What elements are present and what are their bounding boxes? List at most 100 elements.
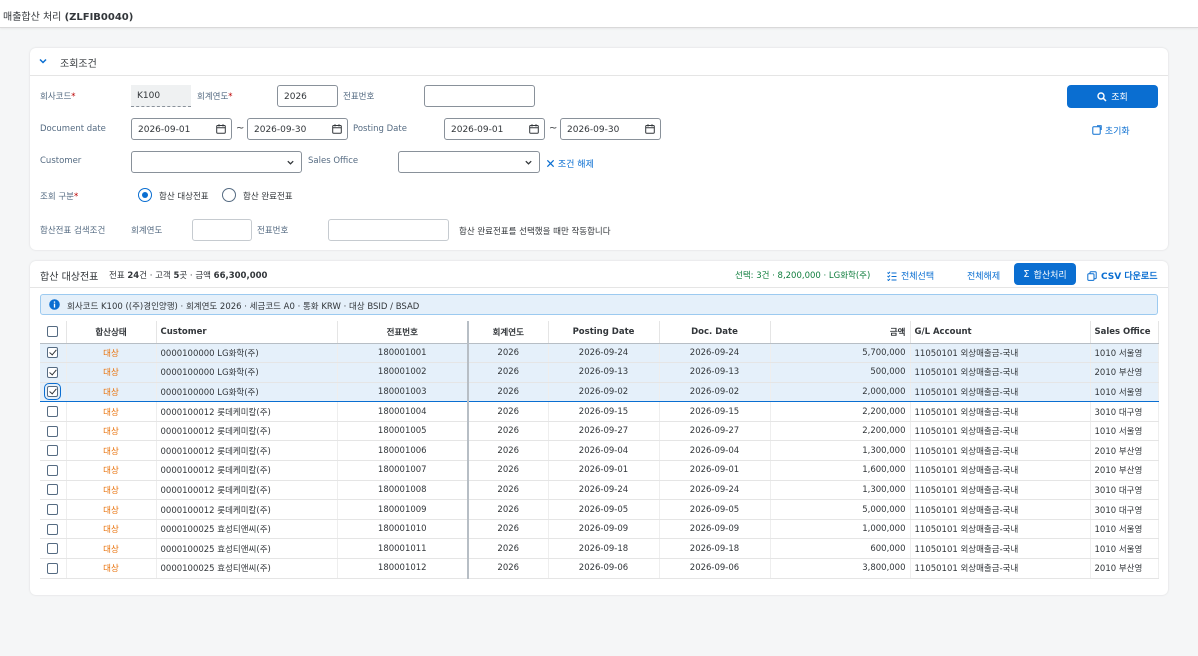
doc-date-to-input[interactable]: 2026-09-30: [247, 118, 348, 140]
posting-date-from-input[interactable]: 2026-09-01: [444, 118, 545, 140]
col-header-sales-office[interactable]: Sales Office: [1090, 321, 1159, 344]
row-checkbox[interactable]: [47, 445, 59, 457]
row-checkbox[interactable]: [47, 347, 59, 359]
calendar-icon[interactable]: [332, 124, 342, 134]
doc-no-cell: 180001001: [337, 343, 469, 364]
col-header-doc-date[interactable]: Doc. Date: [659, 321, 771, 344]
row-checkbox-cell[interactable]: [40, 362, 67, 383]
col-header-gl-account[interactable]: G/L Account: [910, 321, 1091, 344]
sum-year-input[interactable]: [192, 219, 252, 241]
radio-sum-target[interactable]: [138, 188, 152, 202]
posting-date-range-separator: ~: [549, 123, 558, 134]
table-row[interactable]: 대상 0000100025 효성티앤씨(주) 180001012 2026 2026-0…: [40, 558, 1159, 579]
row-checkbox-cell[interactable]: [40, 519, 67, 540]
row-checkbox[interactable]: [47, 523, 59, 535]
row-checkbox[interactable]: [47, 562, 59, 574]
table-row[interactable]: 대상 0000100012 롯데케미칼(주) 180001008 2026 2026-0…: [40, 480, 1159, 501]
row-checkbox-cell[interactable]: [40, 421, 67, 442]
clear-conditions-button[interactable]: 조건 해제: [546, 157, 594, 170]
select-all-button[interactable]: 전체선택: [887, 269, 934, 282]
row-checkbox[interactable]: [47, 464, 59, 476]
shell-bar: 매출합산 처리 (ZLFIB0040): [0, 0, 1198, 28]
fiscal-year-cell: 2026: [468, 440, 549, 462]
calendar-icon[interactable]: [529, 124, 539, 134]
radio-sum-target-label[interactable]: 합산 대상전표: [159, 190, 209, 202]
sum-doc-input[interactable]: [328, 219, 449, 241]
table-row[interactable]: 대상 0000100012 롯데케미칼(주) 180001009 2026 2026-0…: [40, 499, 1159, 520]
table-row[interactable]: 대상 0000100025 효성티앤씨(주) 180001011 2026 2026-0…: [40, 538, 1159, 560]
doc-no-cell: 180001002: [337, 362, 469, 383]
process-sum-button[interactable]: Σ 합산처리: [1014, 263, 1076, 285]
doc-no-cell: 180001008: [337, 480, 469, 501]
deselect-all-button[interactable]: 전체해제: [967, 269, 1000, 282]
doc-no-input[interactable]: [424, 85, 535, 107]
doc-no-cell: 180001007: [337, 460, 469, 481]
doc-no-cell: 180001011: [337, 538, 469, 560]
csv-download-button[interactable]: CSV 다운로드: [1087, 269, 1157, 282]
fiscal-year-cell: 2026: [468, 343, 549, 364]
search-button[interactable]: 조회: [1067, 85, 1158, 108]
company-code-label: 회사코드*: [40, 92, 76, 102]
table-row[interactable]: 대상 0000100012 롯데케미칼(주) 180001006 2026 2026-0…: [40, 440, 1159, 462]
customer-select[interactable]: [131, 151, 302, 173]
calendar-icon[interactable]: [645, 124, 655, 134]
calendar-icon[interactable]: [216, 124, 226, 134]
row-checkbox-cell[interactable]: [40, 381, 67, 403]
row-checkbox-cell[interactable]: [40, 499, 67, 520]
reset-button[interactable]: 초기화: [1092, 124, 1130, 137]
filter-collapse-button[interactable]: [38, 56, 48, 66]
table-row[interactable]: 대상 0000100012 롯데케미칼(주) 180001004 2026 2026-0…: [40, 401, 1159, 422]
table-row[interactable]: 대상 0000100000 LG화학(주) 180001002 2026 2026-09…: [40, 362, 1159, 383]
radio-sum-complete-label[interactable]: 합산 완료전표: [243, 190, 293, 202]
row-checkbox[interactable]: [47, 425, 59, 437]
row-checkbox-cell[interactable]: [40, 538, 67, 560]
header-checkbox[interactable]: [47, 326, 59, 338]
select-all-checkbox-cell[interactable]: [40, 321, 67, 344]
row-checkbox-cell[interactable]: [40, 343, 67, 364]
row-checkbox-cell[interactable]: [40, 460, 67, 481]
row-checkbox[interactable]: [47, 366, 59, 378]
col-header-status[interactable]: 합산상태: [66, 321, 157, 344]
row-checkbox-cell[interactable]: [40, 480, 67, 501]
status-cell: 대상: [66, 480, 157, 501]
filter-header: 조회조건: [60, 59, 97, 70]
amount-cell: 1,300,000: [770, 480, 911, 501]
col-header-customer[interactable]: Customer: [156, 321, 338, 344]
col-header-fiscal-year[interactable]: 회계연도: [468, 321, 549, 344]
table-row[interactable]: 대상 0000100012 롯데케미칼(주) 180001005 2026 2026-0…: [40, 421, 1159, 442]
row-checkbox[interactable]: [47, 484, 59, 496]
amount-cell: 500,000: [770, 362, 911, 383]
sales-office-cell: 2010 부산영: [1090, 460, 1159, 481]
row-checkbox[interactable]: [47, 406, 59, 418]
row-checkbox-cell[interactable]: [40, 440, 67, 462]
gl-account-cell: 11050101 외상매출금-국내: [910, 440, 1091, 462]
row-checkbox[interactable]: [47, 543, 59, 555]
sales-office-select[interactable]: [398, 151, 540, 173]
close-icon: [546, 159, 555, 168]
table-row[interactable]: 대상 0000100012 롯데케미칼(주) 180001007 2026 2026-0…: [40, 460, 1159, 481]
col-header-doc-no[interactable]: 전표번호: [337, 321, 469, 344]
reset-icon: [1092, 125, 1102, 135]
posting-date-to-input[interactable]: 2026-09-30: [560, 118, 661, 140]
fiscal-year-label: 회계연도*: [197, 92, 233, 102]
doc-date-from-input[interactable]: 2026-09-01: [131, 118, 232, 140]
row-checkbox-cell[interactable]: [40, 558, 67, 579]
col-header-amount[interactable]: 금액: [770, 321, 911, 344]
col-header-posting-date[interactable]: Posting Date: [548, 321, 660, 344]
query-type-label: 조회 구분*: [40, 192, 79, 202]
table-row[interactable]: 대상 0000100000 LG화학(주) 180001001 2026 2026-09…: [40, 343, 1159, 364]
chevron-down-icon[interactable]: [286, 158, 295, 167]
gl-account-cell: 11050101 외상매출금-국내: [910, 460, 1091, 481]
table-row[interactable]: 대상 0000100000 LG화학(주) 180001003 2026 2026-09…: [40, 381, 1159, 403]
radio-sum-complete[interactable]: [222, 188, 236, 202]
row-checkbox-cell[interactable]: [40, 401, 67, 422]
chevron-down-icon[interactable]: [524, 158, 533, 167]
fiscal-year-input[interactable]: 2026: [277, 85, 338, 107]
status-cell: 대상: [66, 499, 157, 520]
sigma-icon: Σ: [1023, 268, 1030, 280]
table-row[interactable]: 대상 0000100025 효성티앤씨(주) 180001010 2026 2026-0…: [40, 519, 1159, 540]
row-checkbox[interactable]: [44, 383, 62, 401]
company-code-field: K100: [131, 85, 191, 107]
row-checkbox[interactable]: [47, 504, 59, 516]
fiscal-year-cell: 2026: [468, 460, 549, 481]
